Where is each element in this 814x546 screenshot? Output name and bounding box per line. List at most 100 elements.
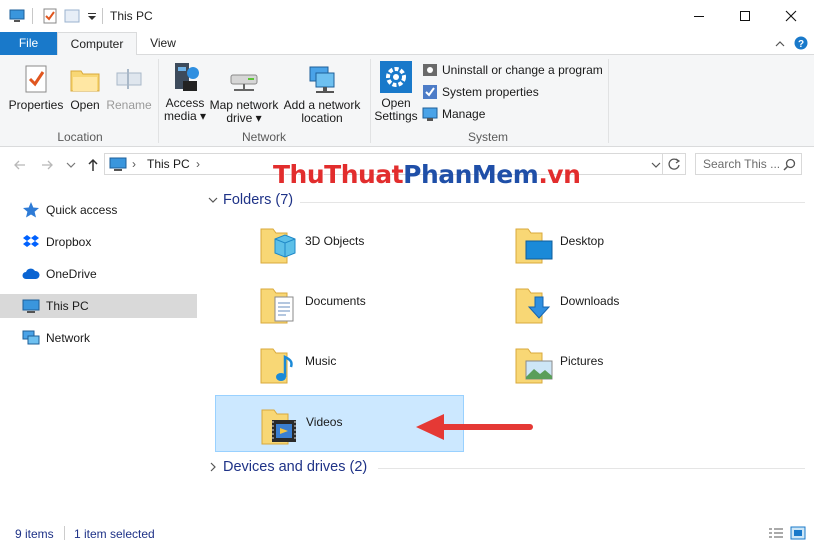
ribbon-tab-bar: File Computer View ?: [0, 32, 814, 56]
navigation-pane: Quick access Dropbox OneDrive This PC Ne…: [0, 181, 200, 521]
forward-button[interactable]: [38, 156, 56, 174]
uninstall-program-button[interactable]: Uninstall or change a program: [422, 60, 603, 80]
3d-objects-icon: [260, 228, 296, 264]
music-icon: [260, 348, 293, 384]
group-divider: [608, 59, 609, 143]
folder-tile-documents[interactable]: Documents: [215, 275, 464, 331]
videos-icon: [261, 409, 296, 445]
back-button[interactable]: [11, 156, 29, 174]
close-button[interactable]: [768, 0, 814, 31]
minimize-button[interactable]: [676, 0, 722, 31]
recent-locations-button[interactable]: [62, 156, 80, 174]
chevron-down-icon: [208, 197, 218, 203]
open-settings-button[interactable]: Open Settings: [374, 61, 418, 123]
group-label-network: Network: [241, 130, 286, 144]
annotation-arrow: [416, 414, 533, 440]
folder-open-icon: [70, 70, 100, 92]
group-divider: [300, 202, 805, 203]
folders-group-header[interactable]: Folders (7): [207, 192, 293, 208]
open-button[interactable]: Open: [66, 63, 104, 112]
large-icons-view-icon[interactable]: [790, 525, 806, 544]
close-icon: [785, 10, 797, 21]
pictures-icon: [515, 348, 553, 384]
folder-tile-downloads[interactable]: Downloads: [470, 275, 719, 331]
properties-icon: [25, 65, 47, 93]
group-label-location: Location: [57, 130, 103, 144]
computer-icon: [9, 8, 25, 24]
computer-icon: [22, 299, 40, 313]
cloud-icon: [22, 268, 40, 279]
search-icon: [783, 158, 796, 171]
map-network-drive-button[interactable]: Map network drive ▾: [207, 63, 281, 125]
manage-icon: [422, 107, 438, 121]
folder-tile-3d-objects[interactable]: 3D Objects: [215, 215, 464, 271]
settings-gear-icon: [380, 61, 412, 93]
system-properties-icon: [423, 85, 437, 99]
title-bar: This PC: [0, 0, 814, 32]
properties-button[interactable]: Properties: [6, 63, 66, 112]
nav-item-onedrive[interactable]: OneDrive: [0, 262, 197, 286]
forward-arrow-icon: [42, 160, 53, 170]
up-arrow-icon: [88, 158, 98, 171]
maximize-button[interactable]: [722, 0, 768, 31]
help-icon[interactable]: ?: [794, 36, 808, 53]
customize-toolbar-dropdown-icon[interactable]: [84, 8, 100, 24]
divider: [102, 8, 103, 24]
folder-tile-pictures[interactable]: Pictures: [470, 335, 719, 391]
chevron-right-icon: [210, 462, 216, 472]
collapse-ribbon-icon[interactable]: [775, 38, 785, 52]
chevron-down-icon[interactable]: [651, 160, 661, 170]
network-location-icon: [309, 66, 335, 93]
status-bar: 9 items 1 item selected: [0, 521, 814, 546]
details-view-icon[interactable]: [768, 526, 784, 543]
divider: [64, 526, 65, 540]
minimize-icon: [694, 15, 704, 17]
tab-computer[interactable]: Computer: [57, 32, 137, 56]
group-divider: [158, 59, 159, 143]
dropbox-icon: [23, 235, 39, 247]
refresh-icon: [668, 158, 681, 170]
tab-file[interactable]: File: [0, 32, 57, 55]
selection-count: 1 item selected: [74, 527, 155, 541]
downloads-icon: [515, 288, 551, 324]
new-folder-icon[interactable]: [64, 8, 80, 24]
rename-icon: [116, 69, 142, 89]
search-input[interactable]: Search This ...: [695, 153, 802, 175]
item-count: 9 items: [15, 527, 54, 541]
breadcrumb-separator-icon[interactable]: ›: [132, 157, 136, 171]
folder-tile-music[interactable]: Music: [215, 335, 464, 391]
back-arrow-icon: [14, 160, 25, 170]
manage-button[interactable]: Manage: [422, 104, 485, 124]
refresh-button[interactable]: [663, 153, 686, 175]
up-button[interactable]: [84, 156, 102, 174]
divider: [32, 8, 33, 24]
network-drive-icon: [230, 74, 258, 91]
group-label-system: System: [467, 130, 508, 144]
group-divider: [378, 468, 805, 469]
devices-group-header[interactable]: Devices and drives (2): [207, 459, 367, 475]
nav-item-dropbox[interactable]: Dropbox: [0, 230, 197, 254]
desktop-icon: [515, 228, 553, 264]
uninstall-icon: [423, 64, 437, 76]
nav-item-quick-access[interactable]: Quick access: [0, 198, 197, 222]
media-server-icon: [175, 63, 199, 91]
documents-icon: [260, 288, 294, 324]
window-title: This PC: [110, 9, 153, 23]
breadcrumb-this-pc[interactable]: This PC: [147, 157, 190, 171]
folder-tile-desktop[interactable]: Desktop: [470, 215, 719, 271]
tab-view[interactable]: View: [139, 32, 187, 55]
nav-item-this-pc[interactable]: This PC: [0, 294, 197, 318]
maximize-icon: [740, 10, 750, 21]
group-divider: [370, 59, 371, 143]
access-media-button[interactable]: Access media ▾: [163, 61, 207, 123]
add-network-location-button[interactable]: Add a network location: [281, 63, 363, 125]
system-properties-button[interactable]: System properties: [422, 82, 539, 102]
svg-text:?: ?: [798, 39, 804, 50]
star-icon: [23, 202, 39, 218]
properties-checkmark-icon[interactable]: [42, 8, 58, 24]
breadcrumb-separator-icon[interactable]: ›: [196, 157, 200, 171]
rename-button[interactable]: Rename: [104, 63, 154, 112]
nav-item-network[interactable]: Network: [0, 326, 197, 350]
content-area: Folders (7) 3D Objects Desktop Documents…: [200, 181, 814, 521]
ribbon: Properties Open Rename Location Access m…: [0, 55, 814, 147]
